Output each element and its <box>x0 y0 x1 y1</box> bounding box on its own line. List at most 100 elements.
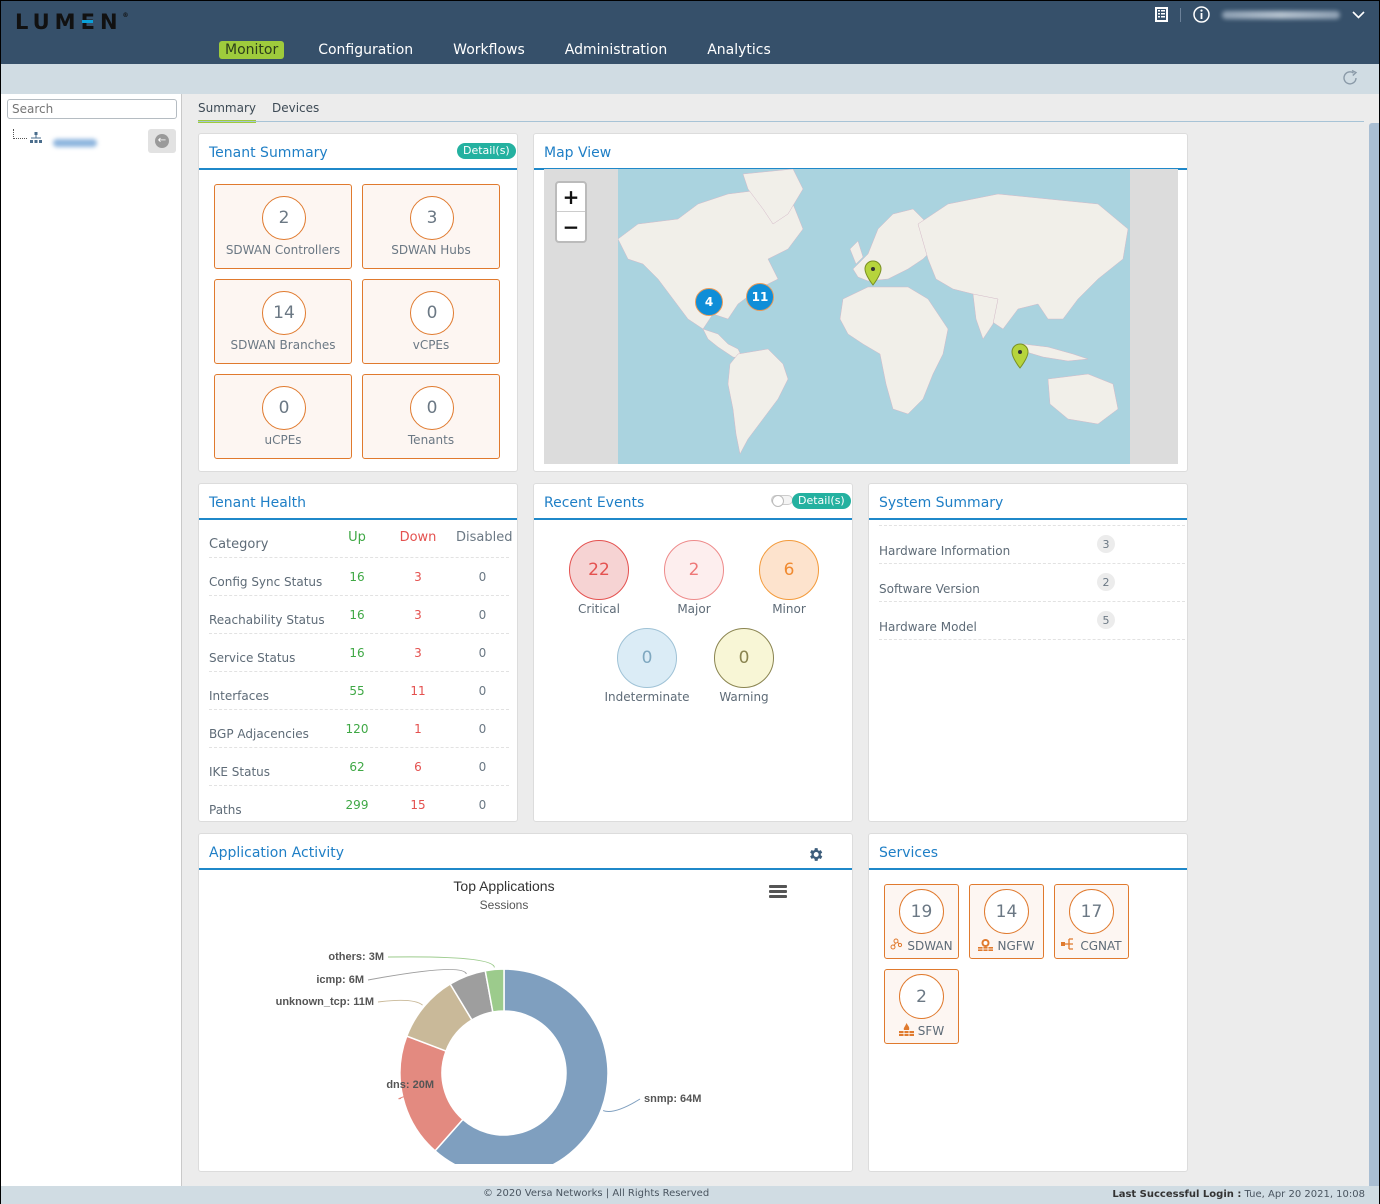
collapse-sidebar-button[interactable]: ← <box>148 129 176 153</box>
copyright-text: © 2020 Versa Networks | All Rights Reser… <box>483 1188 710 1199</box>
map-cluster-us-west[interactable]: 4 <box>695 288 723 316</box>
data-label-icmp: icmp: 6M <box>316 974 364 986</box>
row-down[interactable]: 3 <box>380 608 456 622</box>
card-label: Tenants <box>407 433 455 447</box>
events-toggle[interactable] <box>771 495 793 507</box>
main-scrollbar[interactable] <box>1369 123 1379 1186</box>
system-summary-row[interactable]: Hardware Model 5 <box>879 602 1185 640</box>
count-badge: 3 <box>1097 535 1115 553</box>
system-summary-row[interactable]: Software Version 2 <box>879 564 1185 602</box>
nav-administration[interactable]: Administration <box>559 41 673 59</box>
cgnat-icon <box>1061 938 1076 953</box>
header-separator <box>1180 7 1181 22</box>
tenant-card-tenants[interactable]: 0 Tenants <box>362 374 500 459</box>
arrow-left-icon: ← <box>155 134 169 148</box>
row-up[interactable]: 16 <box>334 608 380 622</box>
event-warning-count[interactable]: 0 <box>714 628 774 688</box>
tenant-card-sdwan-controllers[interactable]: 2 SDWAN Controllers <box>214 184 352 269</box>
panel-title: Recent Events <box>544 495 645 511</box>
service-card-ngfw[interactable]: 14 NGFW <box>969 884 1044 959</box>
table-row: Paths 299 15 0 <box>209 786 509 824</box>
map-view-panel: Map View + − 4 11 <box>533 133 1188 472</box>
tenant-summary-panel: Tenant Summary Detail(s) 2 SDWAN Controll… <box>198 133 518 472</box>
row-up[interactable]: 16 <box>334 570 380 584</box>
chevron-down-icon[interactable] <box>1352 7 1365 23</box>
row-down[interactable]: 11 <box>380 684 456 698</box>
row-up[interactable]: 299 <box>334 798 380 812</box>
map-pin-southeast-asia[interactable] <box>1011 343 1029 369</box>
world-map[interactable]: + − 4 11 <box>544 169 1178 464</box>
event-indeterminate-label: Indeterminate <box>604 690 690 704</box>
event-minor-count[interactable]: 6 <box>759 540 819 600</box>
table-row: Config Sync Status 16 3 0 <box>209 558 509 596</box>
nav-workflows[interactable]: Workflows <box>447 41 531 59</box>
service-card-sfw[interactable]: 2 SFW <box>884 969 959 1044</box>
header-up: Up <box>348 530 366 545</box>
lumen-logo[interactable]: LUMEN® <box>15 10 129 34</box>
refresh-icon[interactable] <box>1341 69 1359 92</box>
tab-devices[interactable]: Devices <box>272 101 319 123</box>
event-critical-count[interactable]: 22 <box>569 540 629 600</box>
table-row: Service Status 16 3 0 <box>209 634 509 672</box>
count-badge: 5 <box>1097 611 1115 629</box>
service-count: 2 <box>899 974 944 1019</box>
row-up[interactable]: 62 <box>334 760 380 774</box>
service-label: SDWAN <box>907 938 953 953</box>
tenant-health-table: Category Up Down Disabled Config Sync St… <box>209 524 512 824</box>
gear-icon[interactable] <box>807 846 824 868</box>
card-label: SDWAN Controllers <box>225 243 341 257</box>
nav-analytics[interactable]: Analytics <box>701 41 777 59</box>
panel-divider <box>869 518 1187 520</box>
row-down[interactable]: 1 <box>380 722 456 736</box>
zoom-in-button[interactable]: + <box>557 183 585 212</box>
row-up[interactable]: 120 <box>334 722 380 736</box>
row-down[interactable]: 6 <box>380 760 456 774</box>
application-activity-panel: Application Activity Top Applications Se… <box>198 833 853 1172</box>
event-indeterminate-count[interactable]: 0 <box>617 628 677 688</box>
system-summary-row[interactable]: Hardware Information 3 <box>879 526 1185 564</box>
row-category: Service Status <box>209 650 296 665</box>
tenant-card-sdwan-hubs[interactable]: 3 SDWAN Hubs <box>362 184 500 269</box>
data-label-dns: dns: 20M <box>386 1079 434 1091</box>
notes-icon[interactable] <box>1155 7 1168 22</box>
tenant-card-sdwan-branches[interactable]: 14 SDWAN Branches <box>214 279 352 364</box>
search-input[interactable] <box>7 99 177 119</box>
service-card-cgnat[interactable]: 17 CGNAT <box>1054 884 1129 959</box>
zoom-out-button[interactable]: − <box>557 212 585 241</box>
row-category: BGP Adjacencies <box>209 726 309 741</box>
card-label: SDWAN Branches <box>230 338 336 352</box>
user-name-blurred[interactable] <box>1222 10 1340 19</box>
connector-snmp <box>602 1098 641 1112</box>
recent-events-panel: Recent Events Detail(s) 22 Critical 2 Ma… <box>533 483 853 822</box>
tenant-card-ucpes[interactable]: 0 uCPEs <box>214 374 352 459</box>
tab-summary[interactable]: Summary <box>198 101 256 123</box>
info-icon[interactable] <box>1193 6 1210 23</box>
tree-connector <box>13 129 27 139</box>
recent-events-details-button[interactable]: Detail(s) <box>792 493 851 509</box>
map-zoom-control: + − <box>555 181 587 243</box>
panel-title: Tenant Health <box>209 495 307 511</box>
map-cluster-us-east[interactable]: 11 <box>746 283 774 311</box>
row-down[interactable]: 3 <box>380 646 456 660</box>
tenant-summary-details-button[interactable]: Detail(s) <box>457 143 516 159</box>
row-up[interactable]: 55 <box>334 684 380 698</box>
connector-icmp <box>367 969 467 981</box>
row-disabled: 0 <box>478 721 487 736</box>
nav-configuration[interactable]: Configuration <box>312 41 419 59</box>
tenant-card-vcpes[interactable]: 0 vCPEs <box>362 279 500 364</box>
panel-title: Services <box>879 845 939 861</box>
service-count: 14 <box>984 889 1029 934</box>
service-card-sdwan[interactable]: 19 SDWAN <box>884 884 959 959</box>
row-category: Reachability Status <box>209 612 325 627</box>
tree-root-label[interactable] <box>53 139 97 147</box>
row-down[interactable]: 15 <box>380 798 456 812</box>
panel-divider <box>534 518 852 520</box>
nav-monitor[interactable]: Monitor <box>219 41 285 59</box>
event-major-count[interactable]: 2 <box>664 540 724 600</box>
chart-title: Top Applications <box>453 878 555 894</box>
event-minor-label: Minor <box>772 602 806 616</box>
map-pin-europe[interactable] <box>864 260 882 286</box>
row-down[interactable]: 3 <box>380 570 456 584</box>
row-up[interactable]: 16 <box>334 646 380 660</box>
sub-toolbar <box>1 64 1379 94</box>
